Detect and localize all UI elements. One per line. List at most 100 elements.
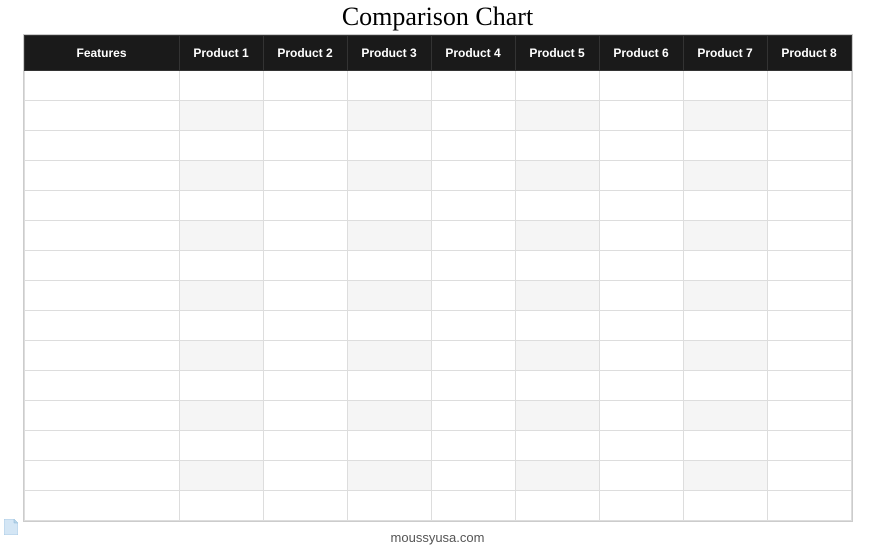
cell-product (431, 371, 515, 401)
cell-product (347, 401, 431, 431)
table-row (24, 161, 851, 191)
cell-product (263, 221, 347, 251)
header-features: Features (24, 36, 179, 71)
cell-product (767, 131, 851, 161)
cell-product (347, 131, 431, 161)
cell-product (179, 221, 263, 251)
cell-product (767, 101, 851, 131)
table-row (24, 131, 851, 161)
cell-product (431, 191, 515, 221)
comparison-table: Features Product 1 Product 2 Product 3 P… (24, 35, 852, 521)
table-row (24, 101, 851, 131)
cell-product (599, 161, 683, 191)
table-row (24, 251, 851, 281)
cell-product (179, 461, 263, 491)
cell-product (767, 461, 851, 491)
cell-product (683, 491, 767, 521)
cell-product (515, 71, 599, 101)
cell-product (515, 101, 599, 131)
cell-product (431, 401, 515, 431)
header-product-3: Product 3 (347, 36, 431, 71)
cell-product (263, 101, 347, 131)
cell-product (263, 431, 347, 461)
cell-product (263, 461, 347, 491)
cell-features (24, 311, 179, 341)
table-row (24, 461, 851, 491)
cell-product (683, 371, 767, 401)
cell-product (431, 491, 515, 521)
table-row (24, 401, 851, 431)
cell-product (179, 251, 263, 281)
cell-product (263, 401, 347, 431)
cell-product (767, 71, 851, 101)
cell-product (767, 221, 851, 251)
cell-product (347, 431, 431, 461)
cell-product (431, 431, 515, 461)
cell-features (24, 371, 179, 401)
cell-product (599, 311, 683, 341)
cell-product (431, 311, 515, 341)
table-row (24, 341, 851, 371)
cell-product (347, 491, 431, 521)
cell-product (683, 341, 767, 371)
cell-product (683, 311, 767, 341)
cell-product (179, 71, 263, 101)
cell-product (767, 251, 851, 281)
cell-features (24, 341, 179, 371)
header-product-1: Product 1 (179, 36, 263, 71)
cell-product (767, 281, 851, 311)
cell-features (24, 461, 179, 491)
cell-product (515, 401, 599, 431)
cell-product (515, 371, 599, 401)
cell-features (24, 431, 179, 461)
cell-features (24, 221, 179, 251)
cell-product (179, 311, 263, 341)
cell-product (515, 251, 599, 281)
cell-product (767, 401, 851, 431)
cell-features (24, 401, 179, 431)
cell-product (515, 131, 599, 161)
cell-product (179, 101, 263, 131)
cell-product (767, 161, 851, 191)
cell-product (683, 401, 767, 431)
cell-product (599, 341, 683, 371)
cell-product (347, 221, 431, 251)
table-row (24, 371, 851, 401)
header-product-2: Product 2 (263, 36, 347, 71)
table-header-row: Features Product 1 Product 2 Product 3 P… (24, 36, 851, 71)
cell-product (683, 131, 767, 161)
page-fold-icon (4, 519, 18, 535)
table-row (24, 281, 851, 311)
cell-product (263, 161, 347, 191)
cell-product (179, 281, 263, 311)
table-row (24, 311, 851, 341)
cell-product (767, 491, 851, 521)
cell-product (683, 221, 767, 251)
cell-product (599, 401, 683, 431)
cell-product (179, 191, 263, 221)
cell-features (24, 71, 179, 101)
cell-product (179, 161, 263, 191)
cell-product (431, 221, 515, 251)
cell-product (599, 191, 683, 221)
cell-product (599, 281, 683, 311)
cell-product (263, 131, 347, 161)
table-row (24, 221, 851, 251)
cell-product (431, 461, 515, 491)
table-row (24, 431, 851, 461)
table-row (24, 191, 851, 221)
footer-text: moussyusa.com (0, 530, 875, 545)
cell-product (515, 461, 599, 491)
cell-features (24, 131, 179, 161)
cell-features (24, 191, 179, 221)
cell-product (599, 461, 683, 491)
cell-product (347, 191, 431, 221)
cell-product (263, 191, 347, 221)
cell-product (263, 71, 347, 101)
cell-product (347, 161, 431, 191)
cell-product (599, 131, 683, 161)
cell-product (347, 251, 431, 281)
header-product-8: Product 8 (767, 36, 851, 71)
cell-product (599, 371, 683, 401)
cell-product (263, 251, 347, 281)
